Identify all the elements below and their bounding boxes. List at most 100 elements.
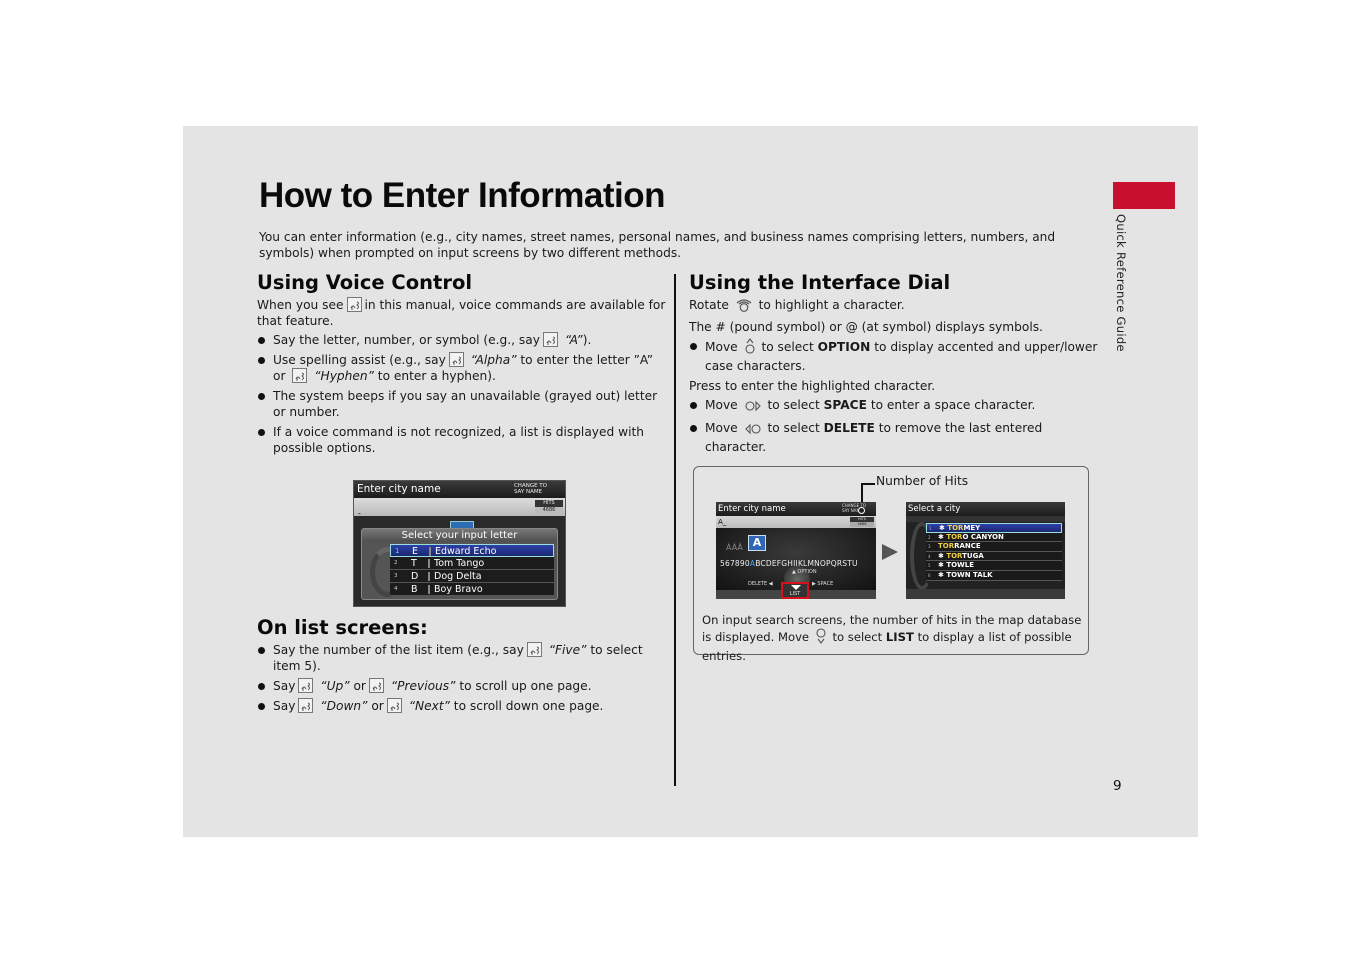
voice-command-icon: [346, 297, 362, 312]
section-tab-marker[interactable]: [1113, 182, 1175, 209]
row-num: 4: [394, 586, 398, 592]
bullet-text: Move: [705, 421, 738, 435]
rest-text: RANCE: [954, 542, 981, 551]
voice-command-phrase: “Alpha”: [470, 353, 517, 367]
row-word: Dog Delta: [434, 571, 482, 582]
page-number: 9: [1113, 778, 1122, 794]
input-value: -: [358, 509, 361, 518]
list-screens-heading: On list screens:: [257, 616, 428, 639]
change-line-2: SAY NAME: [513, 489, 543, 495]
input-bar: A_ HITS 4686: [716, 516, 876, 528]
hits-value: 4686: [535, 507, 563, 514]
callout-description: On input search screens, the number of h…: [702, 612, 1082, 664]
match-text: TOR: [946, 532, 963, 541]
list-label: LIST: [789, 591, 801, 597]
screen-footer: [906, 589, 1065, 599]
bullet-text: Move: [705, 340, 738, 354]
delete-bullet: Move to select DELETE to remove the last…: [689, 420, 1099, 455]
city-row: 2 ✱ TORO CANYON: [926, 532, 1062, 543]
row-num: 5: [928, 563, 931, 569]
list-screen-bullets: Say the number of the list item (e.g., s…: [257, 642, 667, 714]
voice-command-phrase: “Previous”: [390, 679, 456, 693]
option-label: OPTION: [817, 340, 871, 354]
input-value: A_: [718, 518, 727, 526]
voice-bullet-4: If a voice command is not recognized, a …: [257, 424, 667, 456]
city-row: 3 TORRANCE: [926, 542, 1062, 552]
city-row: 4 ✱ TORTUGA: [926, 551, 1062, 562]
rest-text: MEY: [963, 524, 981, 532]
row-letter: B: [411, 584, 418, 595]
voice-command-phrase: “Next”: [408, 699, 450, 713]
letter-list: 1 E Edward Echo 2 T Tom Tango 3 D Dog Delta 4 B…: [390, 544, 554, 596]
column-divider: [674, 274, 676, 786]
highlighted-letter: A: [748, 535, 766, 551]
voice-control-heading: Using Voice Control: [257, 271, 473, 294]
rest-text: TOWN TALK: [946, 570, 993, 579]
rotate-dial-icon: [735, 298, 753, 316]
space-delete-bullets: Move to select SPACE to enter a space ch…: [689, 397, 1099, 455]
rest-text: TUGA: [962, 551, 984, 560]
press-text: Press to enter the highlighted character…: [689, 379, 936, 393]
accented-letters: ÀÁÂ: [726, 543, 743, 552]
star-icon: ✱: [939, 524, 945, 532]
manual-page: How to Enter Information You can enter i…: [183, 126, 1198, 837]
chars-before: 567890: [720, 559, 750, 568]
voice-command-phrase: “Up”: [320, 679, 350, 693]
character-dial: ÀÁÂ A 567890ABCDEFGHIJKLMNOPQRSTU ▲ OPTI…: [716, 528, 876, 592]
bullet-text: ).: [582, 333, 592, 347]
voice-intro: When you see in this manual, voice comman…: [257, 297, 667, 329]
symbols-text: The # (pound symbol) or @ (at symbol) di…: [689, 320, 1043, 334]
hits-pointer-dot: [858, 507, 865, 514]
down-arrow-icon: [791, 585, 801, 590]
screen-title: Select a city: [906, 502, 1065, 516]
rotate-text-b: to highlight a character.: [758, 298, 905, 312]
bullet-text: or: [353, 679, 366, 693]
row-num: 6: [928, 572, 931, 578]
match-text: TOR: [947, 524, 964, 532]
bullet-text: to select: [761, 340, 814, 354]
rest-text: O CANYON: [962, 532, 1004, 541]
city-list-screenshot: Select a city 1 ✱ TORMEY 2 ✱ TORO CANYON 3…: [906, 502, 1065, 599]
space-label: SPACE: [823, 398, 867, 412]
row-num: 3: [394, 573, 398, 579]
voice-command-phrase: “Down”: [320, 699, 368, 713]
space-bullet: Move to select SPACE to enter a space ch…: [689, 397, 1099, 416]
row-num: 2: [394, 560, 398, 566]
screen-title: Enter city name: [357, 483, 441, 495]
bullet-text: to select: [767, 398, 820, 412]
rotate-instruction: Rotate to highlight a character.: [689, 297, 1099, 316]
number-of-hits-label: Number of Hits: [876, 474, 969, 488]
star-icon: ✱: [938, 532, 944, 541]
section-tab-label[interactable]: Quick Reference Guide: [1114, 214, 1128, 352]
delete-label: DELETE ◀: [748, 581, 773, 587]
voice-control-column: Using Voice Control When you see in this …: [257, 270, 667, 718]
city-row: 5 ✱ TOWLE: [926, 561, 1062, 571]
hits-label: HITS: [535, 500, 563, 507]
rest-text: TOWLE: [946, 561, 975, 570]
bullet-text: Say: [273, 699, 296, 713]
voice-command-phrase: “Five”: [548, 643, 587, 657]
move-down-icon: [815, 628, 827, 648]
row-num: 2: [928, 534, 931, 540]
arrow-right-icon: [882, 544, 898, 560]
voice-command-icon: [448, 352, 464, 367]
option-bullet: Move to select OPTION to display accente…: [689, 338, 1099, 374]
voice-bullet-1: Say the letter, number, or symbol (e.g.,…: [257, 332, 667, 348]
bullet-text: to scroll up one page.: [459, 679, 592, 693]
bullet-text: to select: [767, 421, 820, 435]
letter-row: 2 T Tom Tango: [390, 557, 554, 570]
voice-command-icon: [292, 368, 308, 383]
move-left-icon: [744, 423, 762, 439]
row-letter: T: [411, 558, 417, 569]
bullet-text: to enter a hyphen).: [377, 369, 496, 383]
voice-command-phrase: “Hyphen”: [314, 369, 374, 383]
city-row: 1 ✱ TORMEY: [926, 523, 1062, 533]
voice-bullet-3: The system beeps if you say an unavailab…: [257, 388, 667, 420]
row-letter: D: [411, 571, 419, 582]
voice-command-icon: [542, 332, 558, 347]
star-icon: ✱: [938, 570, 944, 579]
row-num: 4: [928, 553, 931, 559]
screen-title: Enter city name: [718, 504, 786, 514]
hits-value: 4686: [850, 522, 874, 527]
delete-label: DELETE: [823, 421, 875, 435]
